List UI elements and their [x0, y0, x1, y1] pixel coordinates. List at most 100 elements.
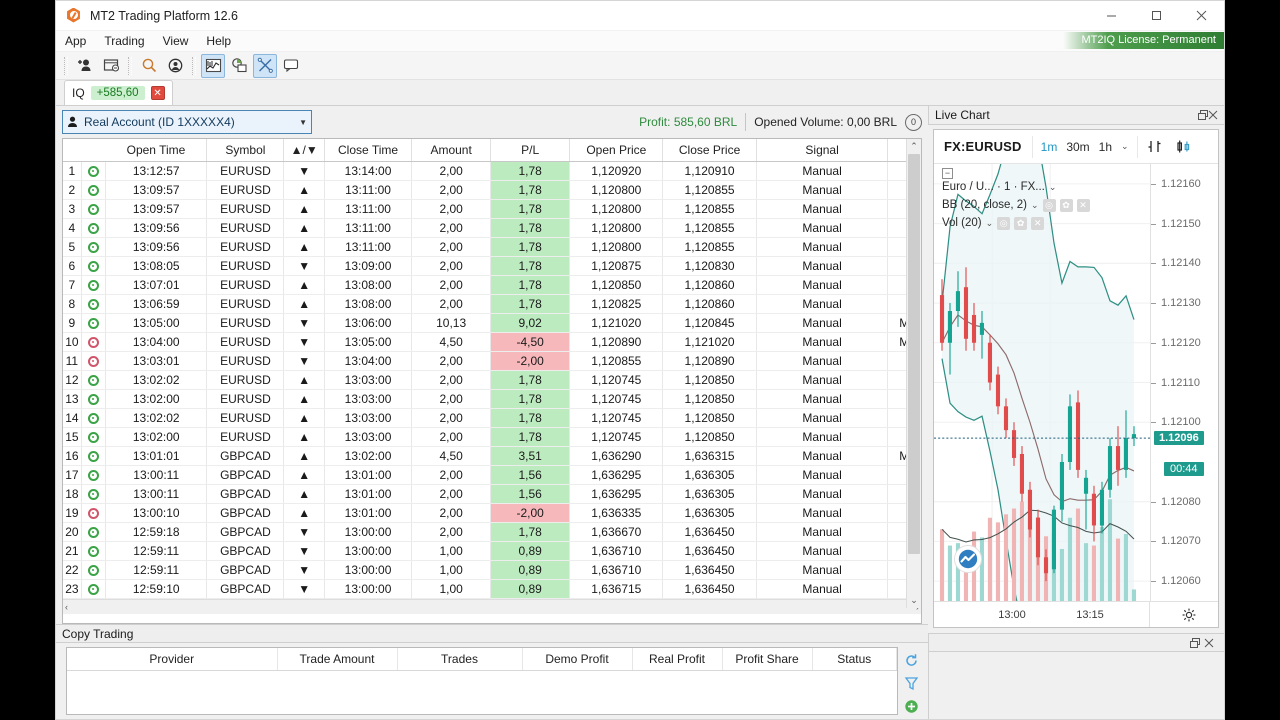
maximize-button[interactable] [1134, 1, 1179, 31]
table-row[interactable]: 16 13:01:01 GBPCAD ▲ 13:02:00 4,50 3,51 1,63629… [63, 446, 921, 466]
table-row[interactable]: 10 13:04:00 EURUSD ▼ 13:05:00 4,50 -4,50 1,1208… [63, 332, 921, 352]
bar-style-icon[interactable] [1147, 138, 1164, 155]
column-header-close-time[interactable]: Close Time [324, 139, 413, 162]
timeframe-30m[interactable]: 30m [1066, 140, 1089, 154]
table-row[interactable]: 8 13:06:59 EURUSD ▲ 13:08:00 2,00 1,78 1,120825… [63, 294, 921, 314]
timeframe-1h[interactable]: 1h [1099, 140, 1112, 154]
candle-style-icon[interactable] [1175, 138, 1192, 155]
column-header-blank[interactable] [63, 139, 82, 162]
copy-trading-restore-icon[interactable] [1190, 637, 1204, 648]
column-header-p-l[interactable]: P/L [490, 139, 571, 162]
remove-icon[interactable]: ✕ [1076, 199, 1090, 213]
timeframe-1m[interactable]: 1m [1041, 140, 1058, 154]
chart-canvas[interactable]: − Euro / U... · 1 · FX... ⌄ BB (20, clos… [934, 164, 1150, 601]
copy-column-header-trade-amount[interactable]: Trade Amount [277, 648, 398, 671]
live-chart-restore-icon[interactable] [1198, 110, 1208, 120]
copy-column-header-provider[interactable]: Provider [67, 648, 278, 671]
column-header--[interactable]: ▲/▼ [283, 139, 325, 162]
table-row[interactable]: 4 13:09:56 EURUSD ▲ 13:11:00 2,00 1,78 1,120800… [63, 218, 921, 238]
signals-icon[interactable] [227, 54, 251, 78]
refresh-icon[interactable] [902, 651, 920, 669]
table-row[interactable]: 9 13:05:00 EURUSD ▼ 13:06:00 10,13 9,02 1,12102… [63, 313, 921, 333]
column-header-symbol[interactable]: Symbol [206, 139, 285, 162]
hscroll-left-arrow[interactable]: ‹ [65, 602, 68, 612]
chevron-down-icon[interactable]: ⌄ [986, 217, 994, 231]
refresh-icon[interactable]: 0 [905, 113, 922, 131]
table-row[interactable]: 17 13:00:11 GBPCAD ▲ 13:01:00 2,00 1,56 1,63629… [63, 465, 921, 485]
tab-close-icon[interactable]: ✕ [150, 86, 165, 100]
tradingview-logo-icon[interactable] [954, 545, 982, 573]
table-row[interactable]: 21 12:59:11 GBPCAD ▼ 13:00:00 1,00 0,89 1,63671… [63, 541, 921, 561]
table-row[interactable]: 19 13:00:10 GBPCAD ▲ 13:01:00 2,00 -2,00 1,6363… [63, 503, 921, 523]
column-header-open-time[interactable]: Open Time [105, 139, 208, 162]
add-user-icon[interactable] [73, 54, 97, 78]
settings-icon[interactable] [163, 54, 187, 78]
price-axis[interactable]: 1.12160 1.12150 1.12140 1.12130 1.12120 1.121… [1150, 164, 1218, 601]
search-icon[interactable] [137, 54, 161, 78]
table-row[interactable]: 22 12:59:11 GBPCAD ▼ 13:00:00 1,00 0,89 1,63671… [63, 560, 921, 580]
table-row[interactable]: 20 12:59:18 GBPCAD ▼ 13:00:00 2,00 1,78 1,63667… [63, 522, 921, 542]
new-window-icon[interactable] [99, 54, 123, 78]
live-chart-close-icon[interactable] [1208, 110, 1218, 120]
table-row[interactable]: 6 13:08:05 EURUSD ▼ 13:09:00 2,00 1,78 1,120875… [63, 256, 921, 276]
column-header-open-price[interactable]: Open Price [569, 139, 664, 162]
chevron-down-icon[interactable]: ⌄ [1121, 141, 1129, 152]
copy-column-header-demo-profit[interactable]: Demo Profit [522, 648, 633, 671]
copy-column-header-real-profit[interactable]: Real Profit [632, 648, 723, 671]
crosshair-icon[interactable] [253, 53, 277, 78]
trade-status-dot-icon [87, 374, 99, 386]
table-row[interactable]: 3 13:09:57 EURUSD ▲ 13:11:00 2,00 1,78 1,120800… [63, 199, 921, 219]
chevron-down-icon[interactable]: ⌄ [1049, 181, 1057, 195]
account-selector[interactable]: Real Account (ID 1XXXXX4) ▼ [62, 110, 312, 134]
table-row[interactable]: 2 13:09:57 EURUSD ▲ 13:11:00 2,00 1,78 1,120800… [63, 180, 921, 200]
table-row[interactable]: 7 13:07:01 EURUSD ▲ 13:08:00 2,00 1,78 1,120850… [63, 275, 921, 295]
menu-item-help[interactable]: Help [197, 32, 240, 50]
time-axis[interactable]: 13:00 13:15 [934, 601, 1218, 627]
copy-column-header-status[interactable]: Status [812, 648, 897, 671]
cell-close-price: 1,120850 [662, 427, 757, 447]
chart-icon[interactable] [201, 53, 225, 78]
scroll-up-arrow[interactable]: ⌃ [907, 139, 921, 154]
trades-table-container: Open Time Symbol ▲/▼ Close Time Amount P/L Ope… [62, 138, 922, 624]
table-row[interactable]: 12 13:02:02 EURUSD ▲ 13:03:00 2,00 1,78 1,12074… [63, 370, 921, 390]
menu-item-trading[interactable]: Trading [95, 32, 153, 50]
table-row[interactable]: 5 13:09:56 EURUSD ▲ 13:11:00 2,00 1,78 1,120800… [63, 237, 921, 257]
scroll-down-arrow[interactable]: ⌄ [907, 593, 921, 608]
menu-item-view[interactable]: View [154, 32, 198, 50]
table-row[interactable]: 18 13:00:11 GBPCAD ▲ 13:01:00 2,00 1,56 1,63629… [63, 484, 921, 504]
table-row[interactable]: 15 13:02:00 EURUSD ▲ 13:03:00 2,00 1,78 1,12074… [63, 427, 921, 447]
settings-icon[interactable]: ✿ [1059, 199, 1073, 213]
column-header-amount[interactable]: Amount [411, 139, 492, 162]
trades-horizontal-scrollbar[interactable]: ‹ › [63, 598, 921, 614]
collapse-icon[interactable]: − [942, 168, 953, 179]
table-row[interactable]: 23 12:59:10 GBPCAD ▼ 13:00:00 1,00 0,89 1,63671… [63, 579, 921, 599]
chevron-down-icon[interactable]: ⌄ [1031, 199, 1039, 213]
menu-item-app[interactable]: App [56, 32, 95, 50]
table-row[interactable]: 11 13:03:01 EURUSD ▼ 13:04:00 2,00 -2,00 1,1208… [63, 351, 921, 371]
filter-icon[interactable] [902, 674, 920, 692]
remove-icon[interactable]: ✕ [1031, 217, 1045, 231]
settings-icon[interactable]: ✿ [1014, 217, 1028, 231]
scroll-thumb[interactable] [908, 154, 920, 554]
column-header-signal[interactable]: Signal [756, 139, 889, 162]
minimize-button[interactable] [1089, 1, 1134, 31]
eye-icon[interactable]: ◎ [1042, 199, 1056, 213]
copy-column-header-profit-share[interactable]: Profit Share [722, 648, 813, 671]
eye-icon[interactable]: ◎ [997, 217, 1011, 231]
cell-open-time: 13:02:02 [105, 370, 208, 390]
chat-icon[interactable] [279, 54, 303, 78]
tab-iq[interactable]: IQ +585,60 ✕ [64, 80, 173, 105]
close-button[interactable] [1179, 1, 1224, 31]
chart-settings-gear-icon[interactable] [1182, 608, 1196, 622]
table-row[interactable]: 14 13:02:02 EURUSD ▲ 13:03:00 2,00 1,78 1,12074… [63, 408, 921, 428]
trades-vertical-scrollbar[interactable]: ⌃ ⌄ [906, 139, 921, 608]
table-row[interactable]: 1 13:12:57 EURUSD ▼ 13:14:00 2,00 1,78 1,120920… [63, 161, 921, 181]
add-icon[interactable] [902, 697, 920, 715]
table-row[interactable]: 13 13:02:00 EURUSD ▲ 13:03:00 2,00 1,78 1,12074… [63, 389, 921, 409]
column-header-close-price[interactable]: Close Price [662, 139, 757, 162]
chart-symbol[interactable]: FX:EURUSD [934, 139, 1032, 154]
copy-trading-close-icon[interactable] [1204, 638, 1218, 648]
chart-plot-region[interactable]: − Euro / U... · 1 · FX... ⌄ BB (20, clos… [934, 164, 1218, 601]
copy-column-header-trades[interactable]: Trades [397, 648, 523, 671]
column-header-blank[interactable] [81, 139, 106, 162]
